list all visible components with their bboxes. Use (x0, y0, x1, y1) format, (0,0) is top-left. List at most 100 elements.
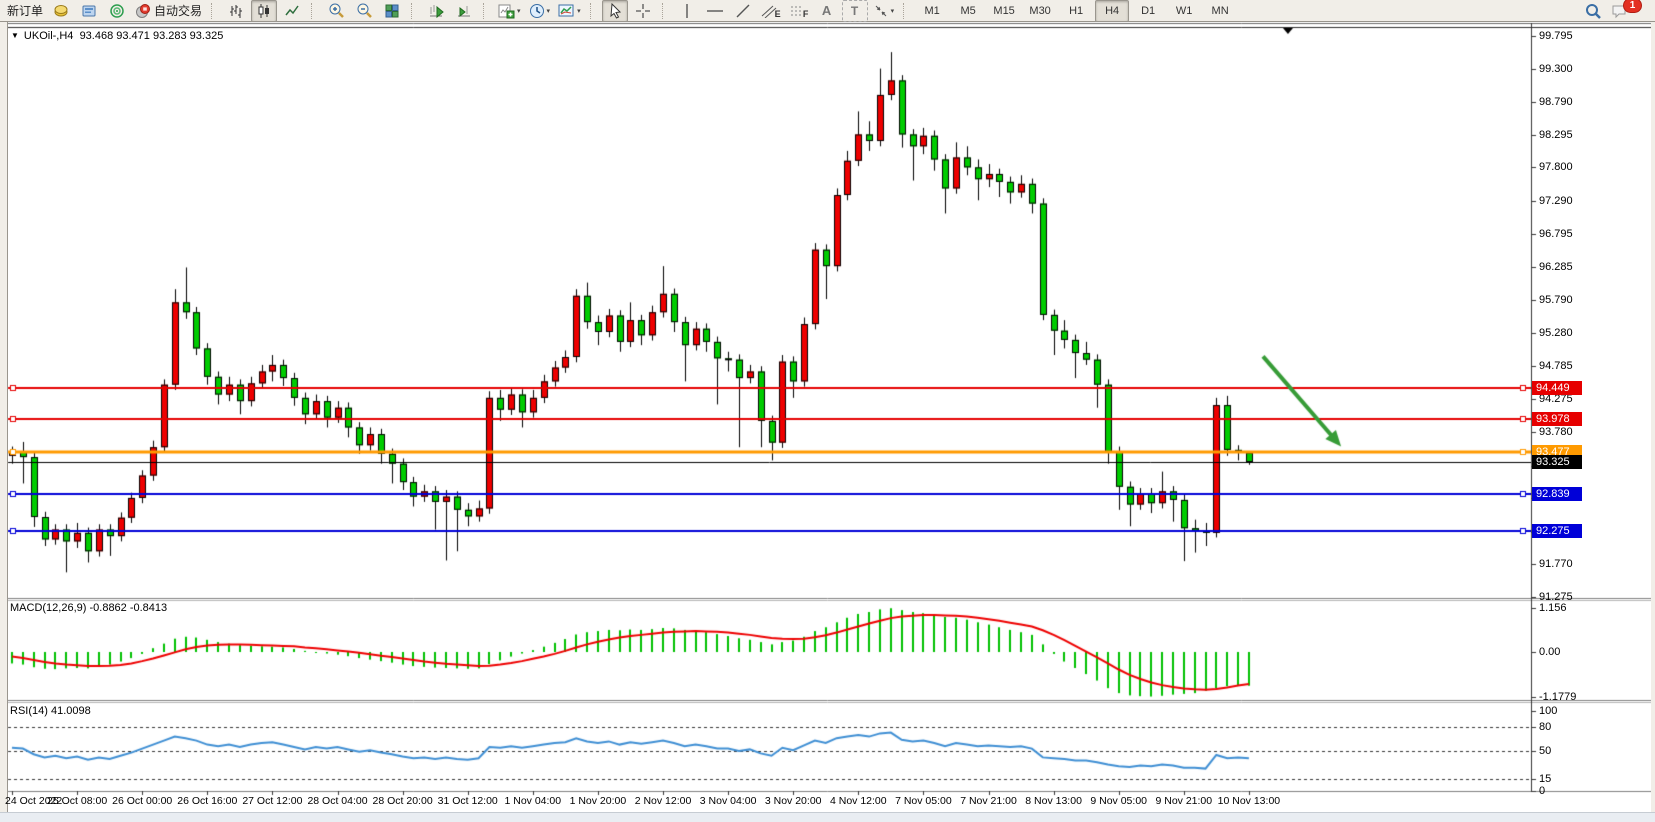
date-axis-label: 9 Nov 21:00 (1155, 795, 1212, 807)
date-axis-label: 10 Nov 13:00 (1218, 795, 1280, 807)
rsi-indicator-label: RSI(14) 41.0098 (10, 705, 91, 717)
toolbar-separator (662, 3, 669, 19)
date-axis-label: 25 Oct 08:00 (47, 795, 107, 807)
candlestick-chart-button[interactable] (251, 0, 277, 22)
tile-windows-button[interactable] (379, 0, 405, 22)
macd-axis-tick: 0.00 (1539, 646, 1560, 659)
main-toolbar: 新订单 自动交易 ▾ ▾ ▾ E F A T ▾ M1M5M15M30H1H4D… (0, 0, 1655, 22)
price-axis-tick: 93.780 (1539, 426, 1573, 439)
price-line-badge: 92.275 (1532, 524, 1582, 538)
templates-button[interactable]: ▾ (555, 0, 584, 22)
toolbar-separator (903, 3, 910, 19)
arrows-button[interactable]: ▾ (870, 0, 898, 22)
chart-title-bar[interactable]: ▼ UKOil-,H4 93.468 93.471 93.283 93.325 (11, 30, 223, 42)
channel-button[interactable]: E (758, 0, 784, 22)
price-chart-canvas[interactable] (0, 0, 1655, 821)
auto-trading-label: 自动交易 (154, 2, 202, 19)
date-axis-label: 1 Nov 20:00 (570, 795, 627, 807)
trendline-button[interactable] (730, 0, 756, 22)
date-axis-label: 3 Nov 20:00 (765, 795, 822, 807)
rsi-axis-tick: 50 (1539, 745, 1551, 758)
window-left-frame (0, 22, 8, 812)
zoom-in-button[interactable] (323, 0, 349, 22)
date-axis-label: 7 Nov 21:00 (960, 795, 1017, 807)
price-axis-tick: 94.785 (1539, 360, 1573, 373)
timeframe-m5[interactable]: M5 (951, 0, 985, 22)
price-axis-tick: 96.285 (1539, 261, 1573, 274)
periods-button[interactable]: ▾ (526, 0, 554, 22)
timeframe-d1[interactable]: D1 (1131, 0, 1165, 22)
toolbar-separator (411, 3, 418, 19)
date-axis-label: 28 Oct 04:00 (307, 795, 367, 807)
price-axis-tick: 98.790 (1539, 96, 1573, 109)
rsi-axis-tick: 0 (1539, 785, 1545, 798)
price-axis-tick: 99.300 (1539, 63, 1573, 76)
toolbar-separator (483, 3, 490, 19)
chart-shift-button[interactable] (451, 0, 477, 22)
line-chart-button[interactable] (279, 0, 305, 22)
profiles-icon[interactable] (76, 0, 102, 22)
cursor-button[interactable] (602, 0, 628, 22)
notification-badge: 1 (1623, 0, 1642, 13)
timeframe-m15[interactable]: M15 (987, 0, 1021, 22)
timeframe-m1[interactable]: M1 (915, 0, 949, 22)
text-label-button[interactable]: T (842, 0, 868, 22)
chart-symbol-period: UKOil-,H4 (24, 30, 74, 42)
price-line-badge: 93.978 (1532, 412, 1582, 426)
macd-axis-tick: -1.1779 (1539, 691, 1576, 704)
timeframe-mn[interactable]: MN (1203, 0, 1237, 22)
toolbar-separator (590, 3, 597, 19)
date-axis-label: 4 Nov 12:00 (830, 795, 887, 807)
price-line-badge: 92.839 (1532, 487, 1582, 501)
date-axis-label: 1 Nov 04:00 (504, 795, 561, 807)
bar-chart-button[interactable] (223, 0, 249, 22)
signal-icon[interactable] (104, 0, 130, 22)
chart-ohlc-readout: 93.468 93.471 93.283 93.325 (80, 30, 224, 42)
crosshair-button[interactable] (630, 0, 656, 22)
horizontal-line-button[interactable] (702, 0, 728, 22)
date-axis-label: 2 Nov 12:00 (635, 795, 692, 807)
toolbar-separator (311, 3, 318, 19)
chevron-down-icon: ▾ (577, 7, 581, 15)
price-axis-tick: 94.275 (1539, 393, 1573, 406)
auto-scroll-button[interactable] (423, 0, 449, 22)
toolbar-separator (211, 3, 218, 19)
notifications-button[interactable]: 1 (1608, 0, 1651, 22)
search-icon[interactable] (1580, 0, 1606, 22)
price-axis-tick: 97.800 (1539, 161, 1573, 174)
new-order-button[interactable]: 新订单 (4, 0, 46, 22)
timeframe-h4[interactable]: H4 (1095, 0, 1129, 22)
rsi-axis-tick: 100 (1539, 705, 1557, 718)
add-indicator-button[interactable]: ▾ (495, 0, 524, 22)
timeframe-m30[interactable]: M30 (1023, 0, 1057, 22)
fibonacci-button[interactable]: F (786, 0, 812, 22)
rsi-axis-tick: 80 (1539, 721, 1551, 734)
chevron-down-icon: ▾ (547, 7, 551, 15)
zoom-out-button[interactable] (351, 0, 377, 22)
macd-axis-tick: 1.156 (1539, 602, 1567, 615)
timeframe-h1[interactable]: H1 (1059, 0, 1093, 22)
date-axis-label: 7 Nov 05:00 (895, 795, 952, 807)
timeframe-w1[interactable]: W1 (1167, 0, 1201, 22)
price-axis-tick: 95.790 (1539, 294, 1573, 307)
fibonacci-letter: F (803, 9, 809, 19)
text-button[interactable]: A (814, 0, 840, 22)
chevron-down-icon: ▾ (517, 7, 521, 15)
auto-trading-button[interactable]: 自动交易 (132, 0, 205, 22)
timeframe-group: M1M5M15M30H1H4D1W1MN (914, 0, 1238, 22)
date-axis-label: 8 Nov 13:00 (1025, 795, 1082, 807)
chevron-down-icon: ▾ (891, 7, 895, 15)
macd-indicator-label: MACD(12,26,9) -0.8862 -0.8413 (10, 602, 167, 614)
price-line-badge: 94.449 (1532, 381, 1582, 395)
quotes-icon[interactable] (48, 0, 74, 22)
price-axis-tick: 96.795 (1539, 228, 1573, 241)
date-axis-label: 3 Nov 04:00 (700, 795, 757, 807)
price-axis-tick: 98.295 (1539, 129, 1573, 142)
date-axis-label: 9 Nov 05:00 (1090, 795, 1147, 807)
date-axis-label: 27 Oct 12:00 (242, 795, 302, 807)
vertical-line-button[interactable] (674, 0, 700, 22)
chart-menu-arrow-icon[interactable]: ▼ (11, 31, 19, 40)
window-right-frame (1651, 22, 1655, 812)
price-axis-tick: 99.795 (1539, 30, 1573, 43)
macd-values: -0.8862 -0.8413 (89, 602, 167, 614)
